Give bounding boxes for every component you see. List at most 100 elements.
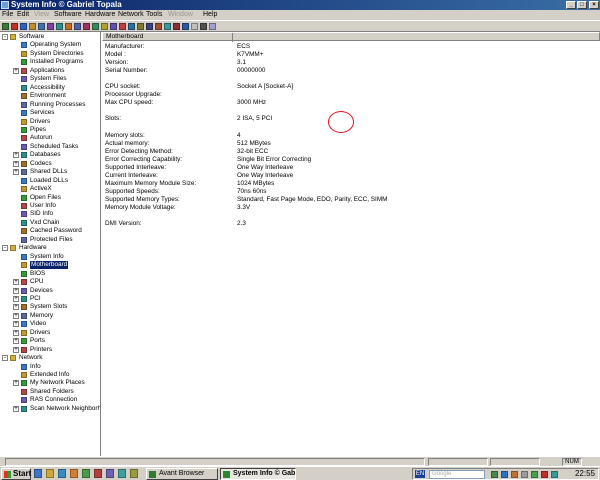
expand-icon[interactable]: + — [13, 338, 19, 345]
menu-view[interactable]: View — [34, 10, 49, 20]
tray-icon-2[interactable] — [501, 471, 508, 478]
tree-item-label: Drivers — [30, 328, 51, 336]
toolbar-save-icon[interactable] — [38, 23, 45, 30]
menu-help[interactable]: Help — [203, 10, 217, 20]
toolbar-copy-icon[interactable] — [56, 23, 63, 30]
collapse-icon[interactable]: - — [2, 355, 8, 362]
status-panel-main — [5, 458, 425, 466]
detail-value: 512 MBytes — [237, 139, 271, 147]
pci-icon — [21, 295, 27, 302]
collapse-icon[interactable]: - — [2, 245, 8, 252]
detail-value: 3.3V — [237, 204, 251, 211]
toolbar-back-icon[interactable] — [2, 23, 9, 30]
toolbar-ports-icon[interactable] — [128, 23, 135, 30]
tray-icon-7[interactable] — [551, 471, 558, 478]
menu-window[interactable]: Window — [168, 10, 193, 20]
google-search-box[interactable]: Google — [429, 470, 485, 479]
tray-icon-4[interactable] — [521, 471, 528, 478]
toolbar-forward-icon[interactable] — [11, 23, 18, 30]
toolbar-blank3-icon[interactable] — [209, 23, 216, 30]
tree-item-label: System Slots — [30, 303, 68, 311]
quicklaunch-app-icon[interactable] — [82, 469, 90, 478]
tray-icon-3[interactable] — [511, 471, 518, 478]
toolbar-info-icon[interactable] — [182, 23, 189, 30]
toolbar-refresh-icon[interactable] — [20, 23, 27, 30]
navigation-tree[interactable]: - Software Operating System System Director… — [0, 32, 101, 456]
tree-item-label: Applications — [30, 66, 65, 74]
clock[interactable]: 22:55 — [575, 469, 595, 479]
quicklaunch-desktop-icon[interactable] — [58, 469, 66, 478]
memory-icon — [21, 312, 27, 319]
maximize-button[interactable]: □ — [577, 1, 587, 9]
start-button[interactable]: Start — [1, 468, 31, 480]
toolbar-os-icon[interactable] — [74, 23, 81, 30]
toolbar-options-icon[interactable] — [155, 23, 162, 30]
tree-item-label: PCI — [30, 294, 41, 302]
column-divider[interactable] — [232, 33, 233, 42]
detail-key: Slots: — [105, 115, 121, 123]
menu-software[interactable]: Software — [54, 10, 82, 20]
toolbar-about-icon[interactable] — [164, 23, 171, 30]
menu-file[interactable]: File — [2, 10, 13, 20]
toolbar-network-icon[interactable] — [119, 23, 126, 30]
status-panel-3 — [490, 458, 540, 466]
menu-tools[interactable]: Tools — [146, 10, 162, 20]
expand-icon[interactable]: + — [13, 160, 19, 167]
toolbar-devices-icon[interactable] — [146, 23, 153, 30]
quicklaunch-ie-icon[interactable] — [34, 469, 42, 478]
details-header-label: Motherboard — [106, 33, 144, 40]
expand-icon[interactable]: + — [13, 329, 19, 336]
toolbar-printers-icon[interactable] — [137, 23, 144, 30]
quicklaunch-app3-icon[interactable] — [106, 469, 114, 478]
tray-icon-5[interactable] — [531, 471, 538, 478]
quicklaunch-app5-icon[interactable] — [130, 469, 138, 478]
tray-icon-6[interactable] — [541, 471, 548, 478]
quicklaunch-media-icon[interactable] — [70, 469, 78, 478]
expand-icon[interactable]: + — [13, 321, 19, 328]
toolbar-find-icon[interactable] — [65, 23, 72, 30]
environment-icon — [21, 93, 27, 100]
quicklaunch-app4-icon[interactable] — [118, 469, 126, 478]
expand-icon[interactable]: + — [13, 169, 19, 176]
detail-key: CPU socket: — [105, 83, 141, 91]
quicklaunch-folder-icon[interactable] — [46, 469, 54, 478]
details-header[interactable]: Motherboard — [102, 32, 600, 42]
expand-icon[interactable]: + — [13, 279, 19, 286]
toolbar-help-icon[interactable] — [173, 23, 180, 30]
menu-hardware[interactable]: Hardware — [85, 10, 115, 20]
toolbar-video-icon[interactable] — [101, 23, 108, 30]
expand-icon[interactable]: + — [13, 67, 19, 74]
task-system-info[interactable]: System Info © Gab... — [220, 468, 296, 480]
detail-value: One Way Interleave — [237, 163, 294, 171]
expand-icon[interactable]: + — [13, 380, 19, 387]
toolbar-blank2-icon[interactable] — [200, 23, 207, 30]
quicklaunch-app2-icon[interactable] — [94, 469, 102, 478]
menu-edit[interactable]: Edit — [17, 10, 29, 20]
toolbar-memory-icon[interactable] — [92, 23, 99, 30]
collapse-icon[interactable]: - — [2, 34, 8, 40]
expand-icon[interactable]: + — [13, 346, 19, 353]
expand-icon[interactable]: + — [13, 405, 19, 412]
tree-item-label: Shared DLLs — [30, 168, 68, 176]
expand-icon[interactable]: + — [13, 295, 19, 302]
toolbar-print-icon[interactable] — [47, 23, 54, 30]
expand-icon[interactable]: + — [13, 287, 19, 294]
toolbar-drives-icon[interactable] — [110, 23, 117, 30]
expand-icon[interactable]: + — [13, 312, 19, 319]
expand-icon[interactable]: + — [13, 152, 19, 159]
language-indicator[interactable]: EN — [415, 470, 425, 478]
status-panel-2 — [428, 458, 488, 466]
menu-network[interactable]: Network — [118, 10, 144, 20]
tray-icon-1[interactable] — [491, 471, 498, 478]
toolbar-blank-icon[interactable] — [191, 23, 198, 30]
toolbar-cpu-icon[interactable] — [83, 23, 90, 30]
tree-item-label: Environment — [30, 92, 66, 100]
toolbar-report-icon[interactable] — [29, 23, 36, 30]
expand-icon[interactable]: + — [13, 304, 19, 311]
minimize-button[interactable]: _ — [566, 1, 576, 9]
task-avant-browser[interactable]: Avant Browser — [146, 468, 218, 480]
detail-value: Standard, Fast Page Mode, EDO, Parity, E… — [237, 195, 388, 203]
system-tray: EN Google 22:55 — [412, 468, 599, 480]
title-bar[interactable]: System Info © Gabriel Topala _ □ × — [0, 0, 600, 10]
close-button[interactable]: × — [589, 1, 599, 9]
